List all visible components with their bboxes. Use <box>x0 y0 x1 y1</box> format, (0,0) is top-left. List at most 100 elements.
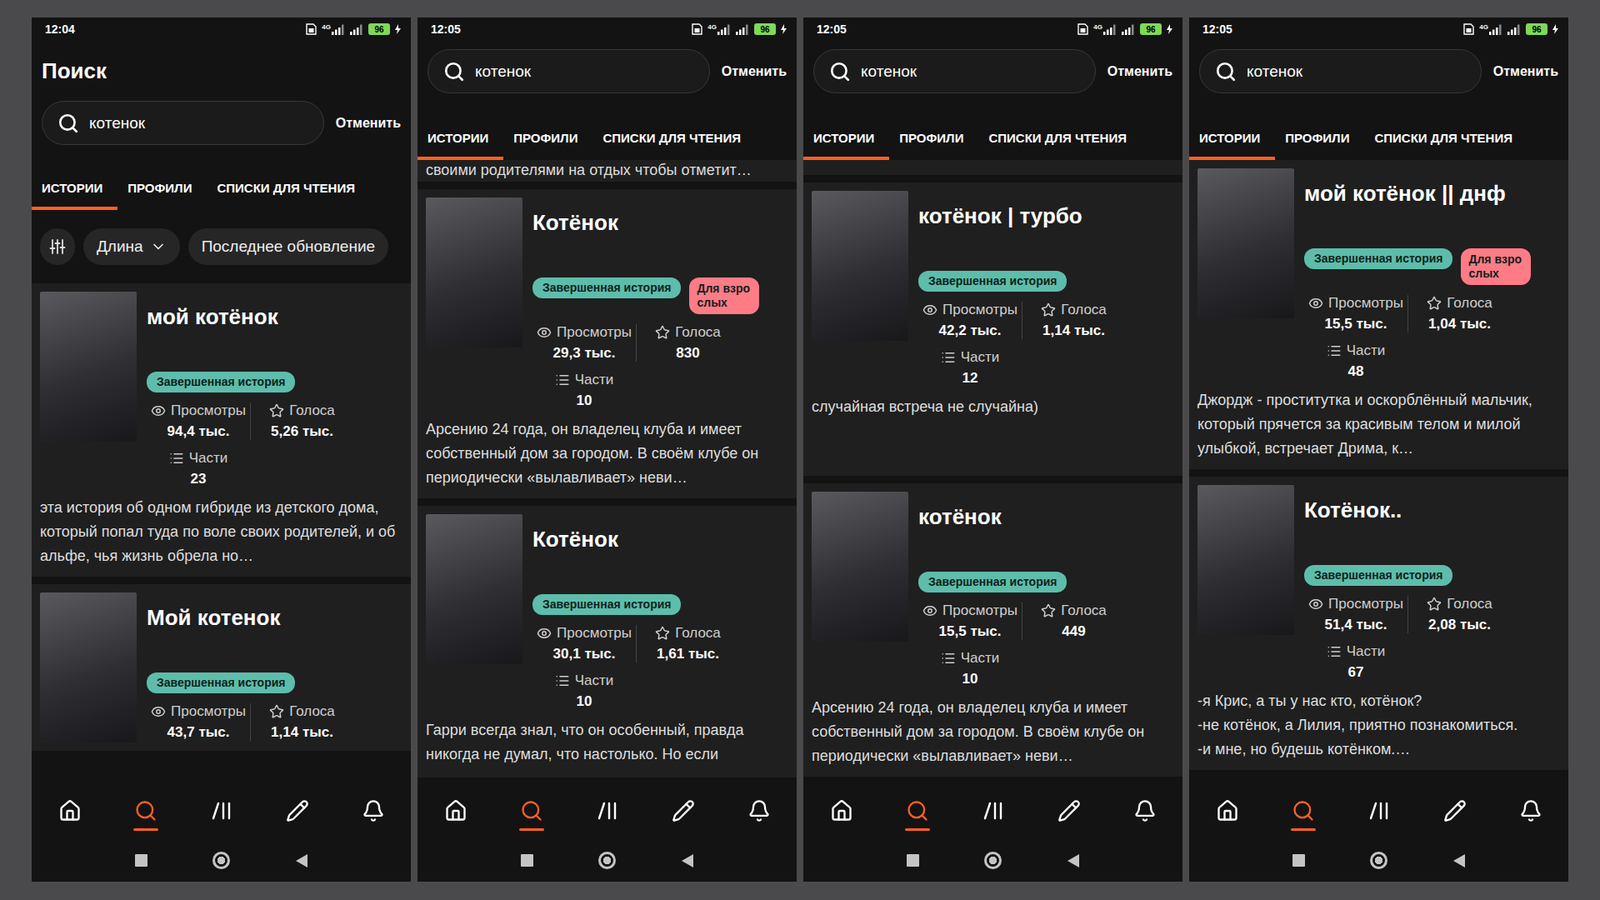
nav-indicator <box>1366 828 1392 831</box>
home-button-icon[interactable] <box>984 851 1002 870</box>
cancel-button[interactable]: Отменить <box>1107 64 1173 80</box>
nav-item[interactable] <box>1215 790 1240 831</box>
back-icon[interactable] <box>1066 853 1080 869</box>
votes-icon <box>1040 603 1056 619</box>
home-button-icon[interactable] <box>212 851 230 870</box>
search-field[interactable]: котенок <box>813 49 1096 94</box>
nav-item[interactable] <box>595 790 620 831</box>
tab[interactable]: СПИСКИ ДЛЯ ЧТЕНИЯ <box>978 118 1142 160</box>
tab[interactable]: СПИСКИ ДЛЯ ЧТЕНИЯ <box>1364 118 1528 160</box>
stat-label: Голоса <box>269 703 335 720</box>
battery-indicator: 96 <box>754 23 776 35</box>
system-nav-bar <box>31 844 411 882</box>
story-stats: Просмотры51,4 тыс.Голоса2,08 тыс.Части67 <box>1304 595 1521 681</box>
network-indicator: 4G <box>1479 24 1503 35</box>
stat-value: 10 <box>962 670 979 688</box>
story-info: мой котёнокЗавершенная историяПросмотры9… <box>146 291 403 488</box>
complete-badge: Завершенная история <box>532 277 681 299</box>
search-field[interactable]: котенок <box>427 49 710 94</box>
filter-row: ДлинаПоследнее обновление <box>31 228 411 265</box>
nav-item[interactable] <box>670 790 696 831</box>
cancel-button[interactable]: Отменить <box>721 64 787 80</box>
back-icon[interactable] <box>1452 853 1466 869</box>
tab[interactable]: ИСТОРИИ <box>1189 118 1275 160</box>
filter-dropdown[interactable]: Длина <box>83 228 180 265</box>
bottom-nav <box>803 777 1183 845</box>
tab[interactable]: ИСТОРИИ <box>417 118 504 160</box>
story-card[interactable]: котёнок | турбоЗавершенная историяПросмо… <box>803 182 1183 476</box>
nav-item[interactable] <box>285 790 310 831</box>
nav-item[interactable] <box>829 790 855 831</box>
home-button-icon[interactable] <box>598 851 616 870</box>
nav-item[interactable] <box>443 790 469 831</box>
tab[interactable]: СПИСКИ ДЛЯ ЧТЕНИЯ <box>592 118 756 160</box>
cancel-button[interactable]: Отменить <box>335 115 401 131</box>
cancel-button[interactable]: Отменить <box>1493 64 1559 80</box>
nav-item[interactable] <box>1290 790 1316 831</box>
complete-badge: Завершенная история <box>918 270 1067 292</box>
nav-item[interactable] <box>1132 790 1158 831</box>
charging-icon <box>395 24 401 35</box>
tab[interactable]: ПРОФИЛИ <box>503 118 593 160</box>
filter-button[interactable] <box>40 228 75 265</box>
votes-stat: Голоса1,14 тыс. <box>1021 301 1125 340</box>
nav-item[interactable] <box>1442 790 1468 831</box>
home-button-icon[interactable] <box>1370 851 1388 870</box>
nav-indicator <box>1518 828 1544 831</box>
story-stats: Просмотры42,2 тыс.Голоса1,14 тыс.Части12 <box>918 301 1135 387</box>
story-card[interactable]: КотёнокЗавершенная историяПросмотры30,1 … <box>417 505 797 778</box>
write-icon <box>1057 799 1081 823</box>
back-icon[interactable] <box>295 853 309 869</box>
search-field[interactable]: котенок <box>1199 49 1482 94</box>
story-card[interactable]: Котёнок..Завершенная историяПросмотры51,… <box>1189 476 1569 770</box>
nav-item[interactable] <box>1518 790 1544 831</box>
tab[interactable]: ПРОФИЛИ <box>889 118 979 160</box>
votes-stat: Голоса830 <box>635 324 740 362</box>
story-card[interactable]: мой котёнок || днфЗавершенная историяДля… <box>1189 160 1569 470</box>
tab[interactable]: ИСТОРИИ <box>803 118 890 160</box>
story-stats: Просмотры15,5 тыс.Голоса449Части10 <box>918 602 1135 688</box>
views-stat: Просмотры42,2 тыс. <box>918 301 1022 340</box>
stat-value: 10 <box>576 392 593 410</box>
sim-icon <box>305 23 317 35</box>
back-icon[interactable] <box>680 853 695 869</box>
tab[interactable]: ПРОФИЛИ <box>117 168 207 210</box>
parts-stat: Части23 <box>146 450 250 488</box>
story-badges: Завершенная историяДля взрослых <box>532 277 789 315</box>
nav-item[interactable] <box>1056 790 1082 831</box>
votes-stat: Голоса1,04 тыс. <box>1407 295 1511 333</box>
recents-icon[interactable] <box>906 854 920 867</box>
nav-item[interactable] <box>133 790 159 831</box>
stat-value: 5,26 тыс. <box>270 423 334 440</box>
story-badges: Завершенная история <box>1304 565 1560 586</box>
status-time: 12:05 <box>1202 22 1233 36</box>
nav-item[interactable] <box>1366 790 1392 831</box>
nav-item[interactable] <box>360 790 386 831</box>
story-info: Котёнок..Завершенная историяПросмотры51,… <box>1304 485 1560 681</box>
stat-value: 15,5 тыс. <box>939 623 1002 640</box>
stat-label: Просмотры <box>922 602 1018 620</box>
nav-indicator <box>1290 828 1316 831</box>
story-card[interactable]: КотёнокЗавершенная историяДля взрослыхПр… <box>417 189 797 499</box>
nav-item[interactable] <box>980 790 1006 831</box>
story-card[interactable]: Мой котенокЗавершенная историяПросмотры4… <box>31 584 411 751</box>
stat-value: 67 <box>1348 664 1365 681</box>
search-field[interactable]: котенок <box>41 100 325 145</box>
story-header: мой котёнок || днфЗавершенная историяДля… <box>1197 168 1560 380</box>
nav-item[interactable] <box>746 790 772 831</box>
recents-icon[interactable] <box>1292 854 1305 867</box>
tab[interactable]: СПИСКИ ДЛЯ ЧТЕНИЯ <box>206 168 370 210</box>
nav-item[interactable] <box>209 790 235 831</box>
nav-indicator <box>209 828 235 831</box>
recents-icon[interactable] <box>520 854 534 867</box>
views-icon <box>150 704 166 720</box>
filter-chip[interactable]: Последнее обновление <box>188 228 389 265</box>
nav-item[interactable] <box>905 790 930 831</box>
story-card[interactable]: котёнокЗавершенная историяПросмотры15,5 … <box>803 483 1183 777</box>
nav-item[interactable] <box>519 790 545 831</box>
recents-icon[interactable] <box>135 854 148 867</box>
tab[interactable]: ПРОФИЛИ <box>1275 118 1365 160</box>
nav-item[interactable] <box>57 790 83 831</box>
tab[interactable]: ИСТОРИИ <box>31 168 118 210</box>
story-card[interactable]: мой котёнокЗавершенная историяПросмотры9… <box>31 283 411 577</box>
